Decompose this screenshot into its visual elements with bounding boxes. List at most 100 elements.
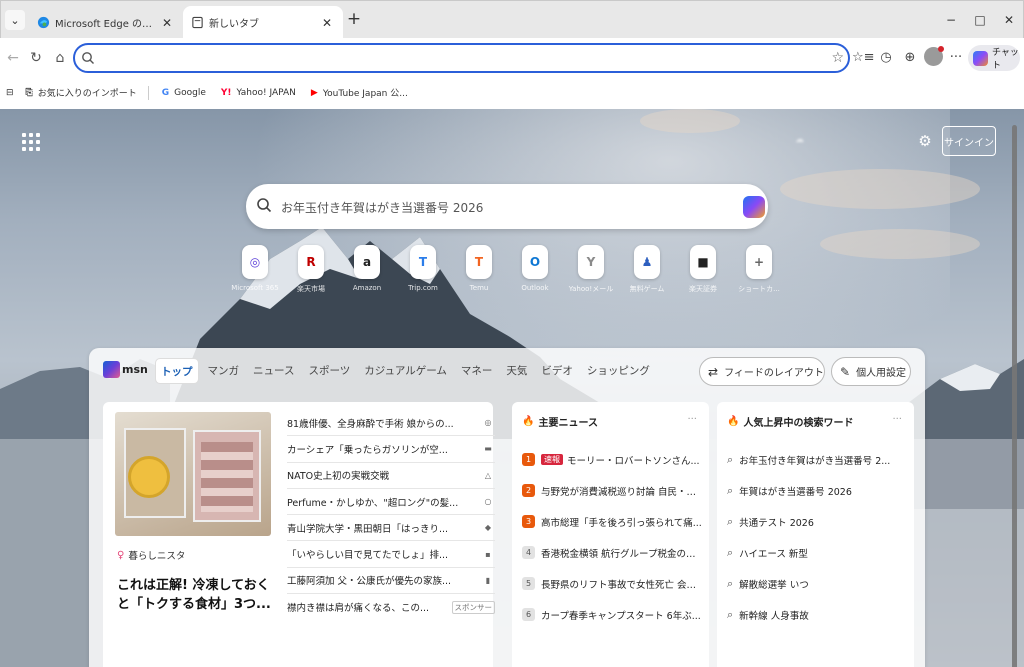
news-item[interactable]: 青山学院大学・黒田朝日「はっきり... ◆ (287, 515, 495, 542)
news-item[interactable]: NATO史上初の実戦交戦 △ (287, 463, 495, 489)
page-scrollbar[interactable] (1012, 125, 1017, 667)
msn-nav-item[interactable]: スポーツ (303, 358, 355, 384)
profile-icon[interactable] (924, 46, 944, 66)
quick-link[interactable]: + ショートカ... (733, 245, 785, 294)
quick-link[interactable]: ♟ 無料ゲーム (621, 245, 673, 294)
address-bar[interactable]: ☆ (73, 43, 850, 73)
featured-headline[interactable]: これは正解! 冷凍しておくと「トクする食材」3つ... (117, 576, 273, 614)
featured-news-image[interactable] (115, 412, 271, 536)
close-tab-icon[interactable]: ✕ (159, 16, 175, 30)
home-icon[interactable]: ⌂ (50, 48, 70, 68)
news-title: 襟内き襟は肩が痛くなる、この... (287, 603, 430, 615)
tab-new-tab[interactable]: 新しいタブ ✕ (183, 6, 343, 39)
tab-title: Microsoft Edge の新機能 (55, 19, 159, 30)
favorite-star-icon[interactable]: ☆ (831, 50, 844, 66)
quick-link[interactable]: ■ 楽天証券 (677, 245, 729, 294)
trending-item[interactable]: ⌕ お年玉付き年賀はがき当選番号 2... (727, 444, 907, 475)
apps-launcher-icon[interactable] (22, 133, 40, 151)
top-news-item[interactable]: 1 速報 モーリー・ロバートソンさん... (522, 444, 702, 475)
top-news-item[interactable]: 3 高市総理「手を後ろ引っ張られて痛... (522, 506, 702, 537)
quick-link[interactable]: Y Yahoo!メール (565, 245, 617, 294)
weather-widget[interactable]: ☁ (795, 135, 804, 145)
close-window-button[interactable]: ✕ (997, 10, 1021, 30)
news-item[interactable]: カーシェア「乗ったらガソリンが空... ▬ (287, 436, 495, 463)
bookmarks-bar: ⊟ ⎘ お気に入りのインポート G Google Y! Yahoo! JAPAN… (0, 78, 1024, 107)
more-options-icon[interactable]: ··· (892, 414, 902, 425)
gear-icon[interactable]: ⚙ (915, 131, 935, 151)
trending-term: お年玉付き年賀はがき当選番号 2... (739, 455, 891, 467)
news-card: ♀ 暮らしニスタ これは正解! 冷凍しておくと「トクする食材」3つ... 81歳俳… (103, 402, 495, 667)
sign-in-button[interactable]: サインイン (942, 126, 996, 156)
source-icon: ♀ (117, 549, 125, 561)
quick-link[interactable]: ◎ Microsoft 365 (229, 245, 281, 292)
back-icon[interactable]: ← (3, 48, 23, 68)
trending-item[interactable]: ⌕ 年賀はがき当選番号 2026 (727, 475, 907, 506)
trending-item[interactable]: ⌕ ハイエース 新型 (727, 537, 907, 568)
page-icon (192, 16, 203, 29)
bookmark-import-favorites[interactable]: ⎘ お気に入りのインポート (26, 86, 137, 100)
bookmark-bar-menu-icon[interactable]: ⊟ (6, 88, 14, 98)
news-item[interactable]: Perfume・かしゆか、"超ロング"の髪... ○ (287, 489, 495, 516)
msn-nav-item[interactable]: マンガ (203, 358, 245, 384)
notification-dot (938, 46, 944, 52)
msn-nav-item[interactable]: 天気 (501, 358, 532, 384)
quick-link[interactable]: O Outlook (509, 245, 561, 292)
msn-logo[interactable]: msn (103, 358, 149, 380)
favorites-icon[interactable]: ☆≡ (852, 48, 875, 68)
maximize-button[interactable]: □ (968, 10, 992, 30)
tab-actions-menu-button[interactable]: ⌄ (5, 10, 25, 30)
quick-link[interactable]: a Amazon (341, 245, 393, 292)
trending-item[interactable]: ⌕ 新幹線 人身事故 (727, 599, 907, 630)
rank-badge: 6 (522, 608, 535, 621)
new-tab-button[interactable]: + (344, 10, 364, 30)
top-news-item[interactable]: 2 与野党が消費減税巡り討論 自民・田... (522, 475, 702, 506)
msn-nav-item[interactable]: ビデオ (536, 358, 578, 384)
more-icon[interactable]: ··· (946, 48, 966, 68)
extensions-icon[interactable]: ⊕ (900, 48, 920, 68)
bookmark-google[interactable]: G Google (162, 88, 206, 98)
more-options-icon[interactable]: ··· (687, 414, 697, 425)
trending-item[interactable]: ⌕ 解散総選挙 いつ (727, 568, 907, 599)
top-news-item[interactable]: 4 香港税金横領 航行グループ税金の移... (522, 537, 702, 568)
top-news-title: 長野県のリフト事故で女性死亡 会社... (541, 579, 702, 591)
quick-link[interactable]: T Trip.com (397, 245, 449, 292)
news-item[interactable]: 襟内き襟は肩が痛くなる、この... スポンサー (287, 594, 495, 620)
top-news-item[interactable]: 6 カープ春季キャンプスタート 6年ぶ... (522, 599, 702, 630)
minimize-button[interactable]: − (939, 10, 963, 30)
close-tab-icon[interactable]: ✕ (319, 16, 335, 30)
tab-edge-whats-new[interactable]: Microsoft Edge の新機能 ✕ (29, 6, 183, 39)
msn-nav-item[interactable]: トップ (155, 358, 199, 384)
quick-link-icon: + (746, 245, 772, 279)
bookmark-youtube-japan[interactable]: ▶ YouTube Japan 公... (310, 86, 408, 100)
source-icon: ▪ (485, 549, 491, 559)
youtube-icon: ▶ (310, 87, 318, 98)
quick-link-label: Temu (469, 284, 489, 292)
top-news-title: 香港税金横領 航行グループ税金の移... (541, 548, 702, 560)
msn-nav-item[interactable]: ショッピング (582, 358, 655, 384)
copilot-chat-button[interactable]: チャット (968, 45, 1020, 71)
quick-link[interactable]: R 楽天市場 (285, 245, 337, 294)
trending-item[interactable]: ⌕ 共通テスト 2026 (727, 506, 907, 537)
history-icon[interactable]: ◷ (876, 48, 896, 68)
news-title: 青山学院大学・黒田朝日「はっきり... (287, 523, 449, 535)
quick-link-label: ショートカ... (738, 285, 780, 293)
copilot-icon[interactable] (743, 196, 765, 218)
quick-link-label: 楽天証券 (689, 285, 717, 293)
top-news-item[interactable]: 5 長野県のリフト事故で女性死亡 会社... (522, 568, 702, 599)
news-title: NATO史上初の実戦交戦 (287, 471, 390, 483)
msn-nav-item[interactable]: カジュアルゲーム (359, 358, 452, 384)
personalize-button[interactable]: ✎ 個人用設定 (831, 357, 911, 386)
web-search-box[interactable]: お年玉付き年賀はがき当選番号 2026 (246, 184, 768, 229)
feed-layout-button[interactable]: ⇄ フィードのレイアウト (699, 357, 825, 386)
news-item[interactable]: 81歳俳優、全身麻酔で手術 娘からの... ◎ (287, 410, 495, 437)
quick-link-icon: T (466, 245, 492, 279)
msn-nav-item[interactable]: マネー (456, 358, 498, 384)
msn-nav-item[interactable]: ニュース (248, 358, 299, 384)
bookmark-yahoo-japan[interactable]: Y! Yahoo! JAPAN (221, 88, 296, 98)
quick-link[interactable]: T Temu (453, 245, 505, 292)
refresh-icon[interactable]: ↻ (26, 48, 46, 68)
rank-badge: 2 (522, 484, 535, 497)
news-item[interactable]: 「いやらしい目で見てたでしょ」排... ▪ (287, 541, 495, 568)
news-item[interactable]: 工藤阿須加 父・公康氏が優先の家族... ▮ (287, 568, 495, 595)
quick-link-label: 無料ゲーム (629, 285, 665, 293)
